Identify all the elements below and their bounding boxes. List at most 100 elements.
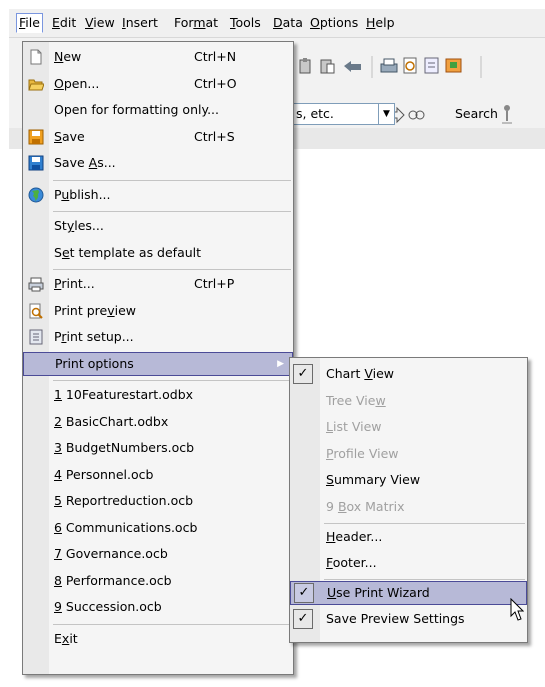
- file-menu-item-5-reportreduction-ocb[interactable]: 5 Reportreduction.ocb: [23, 489, 293, 513]
- menu-item-label: Save: [54, 128, 85, 144]
- file-menu-item-print[interactable]: Print... Ctrl+P: [23, 272, 293, 296]
- file-menu-item-publish[interactable]: Publish...: [23, 183, 293, 207]
- menu-item-label: Use Print Wizard: [327, 584, 430, 600]
- file-menu: New Ctrl+N Open... Ctrl+O Open for formattin…: [22, 41, 294, 675]
- print-options-submenu: ✓ Chart View Tree View List View Profile Vie…: [289, 357, 528, 643]
- file-menu-item-8-performance-ocb[interactable]: 8 Performance.ocb: [23, 569, 293, 593]
- menu-item-label: 9 Succession.ocb: [54, 599, 162, 614]
- menu-item-shortcut: Ctrl+N: [194, 49, 237, 64]
- menu-separator: [324, 578, 525, 580]
- file-menu-item-3-budgetnumbers-ocb[interactable]: 3 BudgetNumbers.ocb: [23, 436, 293, 460]
- menu-item-shortcut: Ctrl+P: [194, 276, 235, 291]
- file-menu-item-open[interactable]: Open... Ctrl+O: [23, 72, 293, 96]
- menu-item-label: 7 Governance.ocb: [54, 546, 168, 561]
- menu-item-label: Tree View: [326, 392, 386, 408]
- menu-separator: [53, 211, 291, 212]
- file-menu-item-open-for-formatting-only[interactable]: Open for formatting only...: [23, 98, 293, 122]
- menu-item-label: Footer...: [326, 555, 377, 571]
- paste-special-icon[interactable]: [320, 59, 335, 74]
- menu-item-label: 6 Communications.ocb: [54, 519, 198, 535]
- link-icon[interactable]: [408, 110, 425, 120]
- menu-insert[interactable]: Insert: [120, 14, 160, 32]
- submenu-arrow-icon: ▶: [277, 358, 284, 369]
- menu-help[interactable]: Help: [364, 14, 397, 32]
- menu-item-label: 8 Performance.ocb: [54, 572, 172, 588]
- print-option-header[interactable]: Header...: [290, 525, 527, 549]
- undo-icon[interactable]: [344, 61, 361, 72]
- menu-item-label: New: [54, 49, 82, 64]
- print-option-save-preview-settings[interactable]: ✓ Save Preview Settings: [290, 607, 527, 631]
- file-menu-item-9-succession-ocb[interactable]: 9 Succession.ocb: [23, 595, 293, 619]
- print-option-footer[interactable]: Footer...: [290, 551, 527, 575]
- menu-item-label: 2 BasicChart.odbx: [54, 413, 169, 429]
- open-folder-icon: [28, 76, 45, 92]
- file-menu-item-1-10featurestart-odbx[interactable]: 1 10Featurestart.odbx: [23, 383, 293, 407]
- menu-item-label: Save Preview Settings: [326, 611, 465, 627]
- menu-separator: [53, 269, 291, 270]
- file-menu-item-save[interactable]: Save Ctrl+S: [23, 125, 293, 149]
- menu-separator: [53, 380, 291, 381]
- print-option-chart-view[interactable]: ✓ Chart View: [290, 362, 527, 386]
- menu-item-label: Open...: [54, 75, 100, 91]
- file-menu-item-6-communications-ocb[interactable]: 6 Communications.ocb: [23, 516, 293, 540]
- save-icon: [28, 129, 44, 145]
- menu-options[interactable]: Options: [308, 14, 360, 32]
- file-menu-item-styles[interactable]: Styles...: [23, 214, 293, 238]
- menu-edit[interactable]: Edit: [50, 14, 78, 32]
- chart-wizard-icon[interactable]: [445, 58, 462, 73]
- file-menu-item-save-as[interactable]: Save As...: [23, 151, 293, 175]
- print-preview-icon: [28, 303, 44, 319]
- paste-icon[interactable]: [299, 58, 311, 74]
- menu-item-label: 3 BudgetNumbers.ocb: [54, 440, 195, 455]
- menu-item-shortcut: Ctrl+O: [194, 75, 237, 91]
- menu-separator: [324, 522, 525, 524]
- menu-item-label: List View: [326, 419, 382, 435]
- file-menu-item-set-template-as-default[interactable]: Set template as default: [23, 241, 293, 265]
- new-document-icon: [28, 49, 44, 65]
- print-option-tree-view: Tree View: [290, 389, 527, 413]
- menu-item-label: Publish...: [54, 186, 111, 202]
- combo-dropdown-button[interactable]: ▼: [379, 103, 395, 125]
- menu-tools[interactable]: Tools: [228, 14, 263, 32]
- print-icon[interactable]: [380, 58, 398, 73]
- print-option-list-view: List View: [290, 415, 527, 439]
- menu-item-label: 1 10Featurestart.odbx: [54, 387, 194, 402]
- menu-file[interactable]: File: [16, 13, 43, 33]
- menu-separator: [53, 623, 291, 625]
- save-as-icon: [28, 155, 44, 171]
- menu-item-label: Save As...: [54, 155, 116, 170]
- file-menu-item-2-basicchart-odbx[interactable]: 2 BasicChart.odbx: [23, 410, 293, 434]
- menu-view[interactable]: View: [83, 14, 117, 32]
- menu-item-label: Print preview: [54, 302, 137, 318]
- print-option-summary-view[interactable]: Summary View: [290, 468, 527, 492]
- menu-item-label: Profile View: [326, 445, 399, 461]
- file-menu-item-4-personnel-ocb[interactable]: 4 Personnel.ocb: [23, 463, 293, 487]
- file-menu-item-new[interactable]: New Ctrl+N: [23, 45, 293, 69]
- print-option-profile-view: Profile View: [290, 442, 527, 466]
- menu-item-label: Summary View: [326, 472, 421, 488]
- file-menu-item-exit[interactable]: Exit: [23, 627, 293, 651]
- file-menu-item-print-preview[interactable]: Print preview: [23, 299, 293, 323]
- checkmark-icon: ✓: [294, 582, 314, 603]
- print-option-use-print-wizard[interactable]: ✓ Use Print Wizard: [290, 580, 527, 605]
- search-label[interactable]: Search: [455, 106, 498, 121]
- menu-data[interactable]: Data: [271, 14, 305, 32]
- search-scope-combo[interactable]: s, etc.: [291, 103, 379, 125]
- printer-icon: [28, 276, 44, 292]
- checkmark-icon: ✓: [293, 364, 313, 384]
- file-menu-item-print-setup[interactable]: Print setup...: [23, 325, 293, 349]
- menu-item-label: 4 Personnel.ocb: [54, 466, 154, 482]
- menu-item-label: Styles...: [54, 218, 104, 233]
- person-icon[interactable]: [502, 105, 512, 124]
- print-option-9-box-matrix: 9 Box Matrix: [290, 495, 527, 519]
- file-menu-item-print-options[interactable]: Print options ▶: [23, 351, 293, 376]
- file-menu-item-7-governance-ocb[interactable]: 7 Governance.ocb: [23, 542, 293, 566]
- page-setup-icon[interactable]: [424, 57, 439, 74]
- menu-item-label: Print...: [54, 276, 95, 291]
- globe-icon: [28, 187, 44, 203]
- menu-format[interactable]: Format: [172, 14, 220, 32]
- menu-item-label: Header...: [326, 528, 383, 544]
- print-preview-toolbar-icon[interactable]: [403, 57, 417, 74]
- search-scope-value: s, etc.: [296, 106, 334, 121]
- menu-item-label: Set template as default: [54, 244, 202, 260]
